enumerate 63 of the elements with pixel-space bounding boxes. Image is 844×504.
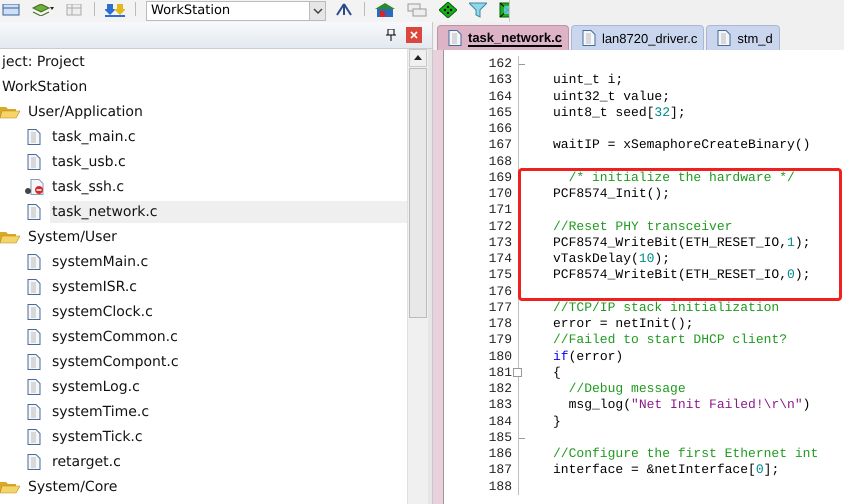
code-line: vTaskDelay(10); [553,251,670,268]
folder-icon [0,104,20,118]
grid-icon [66,4,84,16]
folder-icon [0,230,20,244]
tree-item[interactable]: task_ssh.c [0,174,407,199]
tree-item[interactable]: systemClock.c [0,299,407,324]
code-line: { [553,364,561,381]
tree-item[interactable]: systemCommon.c [0,324,407,349]
windows-icon [407,3,427,17]
house-icon[interactable] [375,3,395,17]
hierarchy-icon[interactable] [334,3,354,17]
code-line: msg_log("Net Init Failed!\r\n") [568,397,810,414]
scroll-up-icon[interactable] [409,49,427,67]
file-tab[interactable]: lan8720_driver.c [570,25,704,50]
code-line: PCF8574_Init(); [553,186,670,202]
funnel-icon[interactable] [469,2,487,18]
tree-item[interactable]: task_main.c [0,124,407,149]
tree-item[interactable]: WorkStation [0,74,407,99]
dropdown-caret-icon[interactable] [309,2,325,20]
tree-item[interactable]: systemTick.c [0,424,407,449]
scrollbar[interactable] [407,49,428,504]
download-arrows-icon[interactable] [105,4,125,16]
code-line: if(error) [553,348,624,365]
code-line: PCF8574_WriteBit(ETH_RESET_IO,1); [553,234,810,251]
file-tab[interactable]: task_network.c [437,25,569,50]
code-line: error = netInit(); [553,316,694,332]
code-line: uint32_t value; [553,88,670,105]
pin-icon[interactable] [386,29,396,41]
code-line: waitIP = xSemaphoreCreateBinary() [553,137,810,154]
collapse-icon[interactable] [513,368,522,377]
tree-item[interactable]: systemTime.c [0,399,407,424]
file-icon [717,30,732,46]
tree-item[interactable]: retarget.c [0,449,407,474]
tree-item[interactable]: systemISR.c [0,274,407,299]
code-line: //Configure the first Ethernet int [553,446,818,462]
tree-item[interactable]: System/User [0,224,407,249]
tree-item[interactable]: ject: Project [0,49,407,74]
code-line: uint_t i; [553,72,624,88]
code-line: //TCP/IP stack initialization [553,300,780,316]
close-icon[interactable] [406,27,422,43]
tree-item[interactable]: User/Application [0,99,407,124]
tree-item[interactable]: systemLog.c [0,374,407,399]
code-line: uint8_t seed[32]; [553,104,686,121]
code-line: //Debug message [568,381,686,398]
tree-item[interactable]: System/Core [0,474,407,499]
layers-icon[interactable] [32,4,54,16]
code-line: //Failed to start DHCP client? [553,332,788,348]
tree-item[interactable]: systemCompont.c [0,349,407,374]
window-icon[interactable] [2,4,20,16]
folder-icon [0,480,20,494]
code-line: interface = &netInterface[0]; [553,462,780,478]
code-line: PCF8574_WriteBit(ETH_RESET_IO,0); [553,267,810,284]
tree-item[interactable]: task_usb.c [0,149,407,174]
code-line: /* initialize the hardware */ [568,170,795,186]
tree-item[interactable]: systemMain.c [0,249,407,274]
diamond-icon[interactable] [439,2,457,18]
file-tab[interactable]: stm_d [706,25,780,50]
file-icon [448,30,462,46]
scroll-thumb[interactable] [409,68,427,318]
code-line: //Reset PHY transceiver [553,218,732,235]
target-select[interactable]: WorkStation [146,1,326,21]
code-line: } [553,414,561,430]
file-icon [582,30,596,46]
